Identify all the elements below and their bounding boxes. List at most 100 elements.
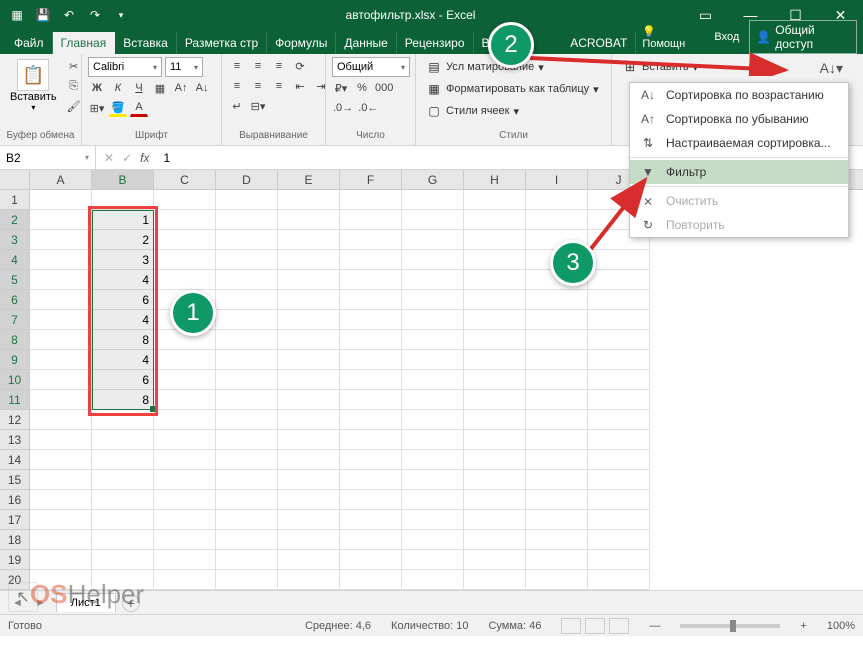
indent-dec-icon[interactable]: ⇤ [291,77,309,95]
cell[interactable] [216,270,278,290]
cell[interactable]: 4 [92,270,154,290]
cell[interactable] [402,250,464,270]
sort-asc-item[interactable]: A↓Сортировка по возрастанию [630,83,848,107]
cell[interactable] [402,550,464,570]
cell[interactable] [464,270,526,290]
view-buttons[interactable] [561,618,629,634]
tab-layout[interactable]: Разметка стр [177,32,267,54]
cell[interactable] [340,350,402,370]
cell[interactable] [278,210,340,230]
copy-icon[interactable]: ⎘ [65,77,83,95]
cell[interactable] [340,450,402,470]
cell[interactable] [588,410,650,430]
cell[interactable] [216,250,278,270]
cell[interactable] [526,430,588,450]
zoom-in[interactable]: + [800,620,806,632]
redo-icon[interactable]: ↷ [86,6,104,24]
cell[interactable] [278,350,340,370]
underline-button[interactable]: Ч [130,79,148,97]
format-painter-icon[interactable]: 🖌 [65,97,83,115]
cell[interactable] [216,330,278,350]
cell[interactable] [154,430,216,450]
column-header[interactable]: I [526,170,588,189]
row-header[interactable]: 3 [0,230,30,250]
cell[interactable] [402,270,464,290]
cell[interactable] [464,370,526,390]
cell[interactable] [464,570,526,590]
cell-styles-button[interactable]: ▢Стили ячеек▾ [422,101,605,121]
cell[interactable] [30,230,92,250]
name-box[interactable]: B2▾ [0,146,96,169]
save-icon[interactable]: 💾 [34,6,52,24]
cell[interactable] [216,350,278,370]
cell[interactable] [464,430,526,450]
cell[interactable] [526,570,588,590]
cell[interactable]: 8 [92,330,154,350]
row-header[interactable]: 13 [0,430,30,450]
font-size-combo[interactable]: 11▾ [165,57,203,77]
currency-icon[interactable]: ₽▾ [332,79,350,97]
cell[interactable] [588,430,650,450]
custom-sort-item[interactable]: ⇅Настраиваемая сортировка... [630,131,848,155]
italic-button[interactable]: К [109,79,127,97]
font-grow-button[interactable]: A↑ [172,79,190,97]
cell[interactable] [402,450,464,470]
cell[interactable] [30,470,92,490]
tab-acrobat[interactable]: ACROBAT [562,32,636,54]
cell[interactable] [92,190,154,210]
cell[interactable] [526,390,588,410]
wrap-text-icon[interactable]: ↵ [228,97,246,115]
cell[interactable] [588,450,650,470]
cell[interactable] [402,410,464,430]
cell[interactable] [526,450,588,470]
zoom-out[interactable]: — [649,620,660,632]
cell[interactable]: 4 [92,350,154,370]
cell[interactable] [588,370,650,390]
cell[interactable] [402,570,464,590]
cell[interactable] [216,530,278,550]
cell[interactable] [278,230,340,250]
cell[interactable] [402,530,464,550]
cell[interactable]: 3 [92,250,154,270]
align-left-icon[interactable]: ≡ [228,77,246,95]
cell[interactable] [588,250,650,270]
cell[interactable]: 2 [92,230,154,250]
cell[interactable] [216,370,278,390]
row-header[interactable]: 9 [0,350,30,370]
cell[interactable] [526,370,588,390]
font-name-combo[interactable]: Calibri▾ [88,57,162,77]
cell[interactable] [278,190,340,210]
cell[interactable] [464,190,526,210]
cell[interactable] [278,290,340,310]
cell[interactable] [588,270,650,290]
cell[interactable] [588,330,650,350]
cell[interactable] [278,530,340,550]
cell[interactable] [340,490,402,510]
cell[interactable] [216,290,278,310]
filter-item[interactable]: ▼Фильтр [630,160,848,184]
cell[interactable] [154,190,216,210]
tab-data[interactable]: Данные [336,32,396,54]
column-header[interactable]: B [92,170,154,189]
row-header[interactable]: 18 [0,530,30,550]
cell[interactable] [340,230,402,250]
cell[interactable] [216,390,278,410]
cell[interactable] [526,510,588,530]
cell[interactable] [30,330,92,350]
cell[interactable] [402,490,464,510]
cell[interactable]: 6 [92,290,154,310]
cell[interactable] [154,530,216,550]
row-header[interactable]: 4 [0,250,30,270]
cell[interactable]: 4 [92,310,154,330]
cell[interactable] [216,310,278,330]
cell[interactable] [402,210,464,230]
cell[interactable] [526,330,588,350]
cell[interactable] [154,250,216,270]
borders-dropdown[interactable]: ⊞▾ [88,99,106,117]
cell[interactable] [340,470,402,490]
tab-formulas[interactable]: Формулы [267,32,336,54]
cell[interactable] [278,330,340,350]
cell[interactable] [402,370,464,390]
tab-insert[interactable]: Вставка [115,32,177,54]
cell[interactable] [154,210,216,230]
